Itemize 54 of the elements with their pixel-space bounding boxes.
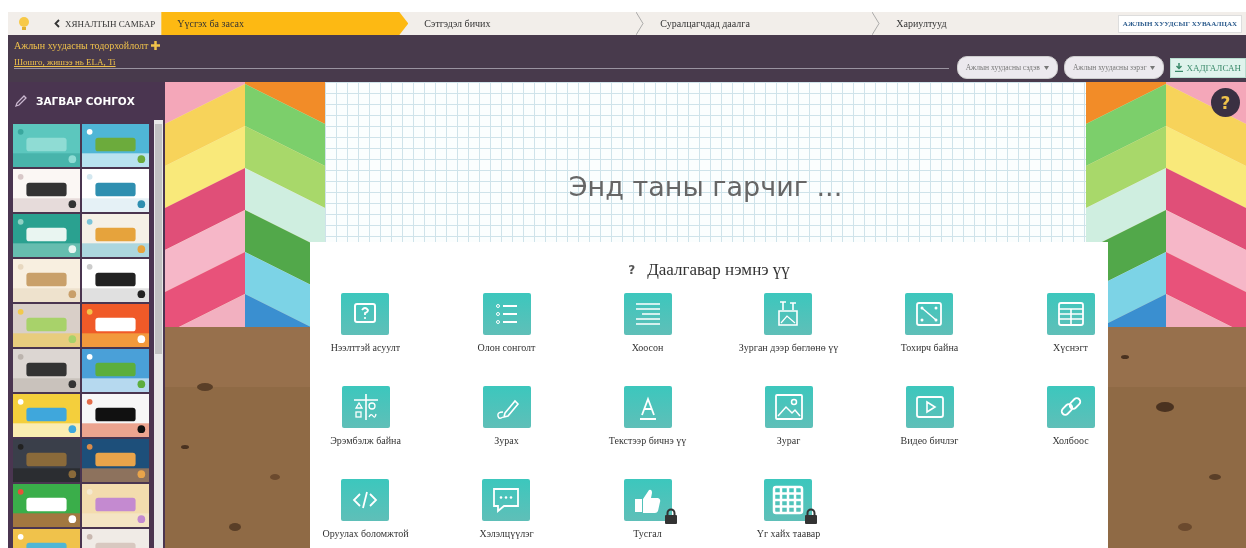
code-icon (341, 478, 390, 522)
task-tile[interactable]: Хүснэгт (1036, 292, 1105, 353)
step-tab[interactable]: Суралцагчдад даалга (644, 12, 873, 35)
caret-icon (1150, 65, 1156, 70)
task-tile[interactable]: Холбоос (1036, 385, 1105, 446)
plus-icon[interactable] (151, 41, 161, 50)
sorting-icon (341, 385, 390, 429)
task-tile[interactable]: Нээлттэй асуулт (320, 292, 411, 353)
task-tile[interactable]: Эрэмбэлж байна (320, 385, 411, 446)
image-icon (764, 385, 813, 429)
lightbulb-icon[interactable] (18, 16, 30, 31)
brush-icon (14, 94, 28, 108)
chevron-left-icon (54, 19, 60, 28)
panel-title: Даалгавар нэмнэ үү (647, 260, 790, 280)
task-tile[interactable]: Зурах (472, 385, 541, 446)
save-button[interactable]: ХАДГАЛСАН (1170, 57, 1246, 78)
dashboard-link[interactable]: ХЯНАЛТЫН САМБАР (48, 12, 162, 35)
pencil-icon (482, 385, 531, 429)
task-tile[interactable]: Тохирч байна (890, 292, 969, 353)
task-tile[interactable]: Үг хайх таавар (746, 478, 831, 539)
task-tile[interactable]: Видео бичлэг (890, 385, 969, 446)
scrollbar[interactable] (154, 120, 163, 548)
caret-icon (1043, 65, 1049, 70)
chat-icon (482, 478, 531, 522)
video-icon (905, 385, 954, 429)
grid-icon (764, 478, 813, 522)
task-tile[interactable]: Зураг (754, 385, 823, 446)
thumbs-up-icon (623, 478, 672, 522)
question-icon (341, 292, 390, 336)
text-icon (623, 385, 672, 429)
task-tile[interactable]: Текстээр бичнэ үү (598, 385, 697, 446)
details-title: Ажлын хуудасны тодорхойлолт (14, 40, 149, 51)
question-mark: ? (628, 263, 636, 277)
tags-field[interactable]: Шошго, жишээ нь ELA, Ti (14, 57, 949, 69)
task-tile[interactable]: Зурган дээр бөглөнө үү (728, 292, 849, 353)
image-pins-icon (764, 292, 813, 336)
link-icon (1046, 385, 1095, 429)
task-tile[interactable]: Хэлэлцүүлэг (469, 478, 544, 539)
step-tab[interactable]: Үүсгэх ба засах (161, 12, 409, 35)
sidebar-title: ЗАГВАР СОНГОХ (36, 95, 135, 107)
download-icon (1175, 63, 1184, 72)
task-tile[interactable]: Хоосон (613, 292, 682, 353)
task-tile[interactable]: Олон сонголт (467, 292, 546, 353)
list-icon (482, 292, 531, 336)
step-tab[interactable]: Хариултууд (880, 12, 1109, 35)
matching-icon (905, 292, 954, 336)
task-tile[interactable]: Оруулах боломжтой (312, 478, 419, 539)
text-lines-icon (623, 292, 672, 336)
chevron-separator (636, 12, 645, 35)
step-tab[interactable]: Сэтгэдэл бичих (408, 12, 637, 35)
task-tile[interactable]: Тусгал (613, 478, 682, 539)
chevron-separator (872, 12, 881, 35)
worksheet-title[interactable]: Энд таны гарчиг ... (568, 171, 843, 202)
table-icon (1046, 292, 1095, 336)
